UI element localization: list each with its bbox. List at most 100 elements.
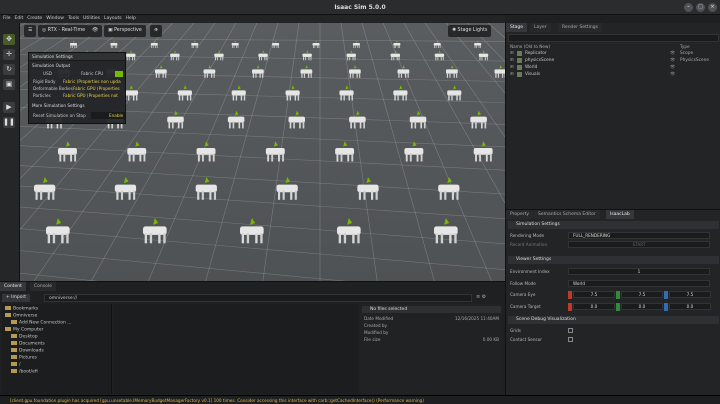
tab-layer[interactable]: Layer	[530, 23, 551, 32]
stage-lights-menu[interactable]: ✺ Stage Lights	[448, 25, 492, 37]
prim-icon	[517, 51, 522, 56]
folder-item[interactable]: Desktop	[11, 334, 38, 340]
robot-model	[393, 43, 401, 48]
folder-item[interactable]: /boot/efi	[11, 369, 38, 375]
cam-eye-field[interactable]: 7.5	[621, 291, 663, 298]
folder-item[interactable]: My Computer	[5, 327, 43, 333]
prim-icon	[517, 65, 522, 70]
visibility-icon[interactable]: 👁	[88, 25, 103, 37]
follow-mode-select[interactable]: World	[568, 280, 710, 287]
path-input[interactable]: omniverse://	[44, 294, 472, 302]
debug-vis-section[interactable]: Scene Debug Visualization	[508, 316, 719, 324]
meta-value: 12/16/2025 11:40AM	[454, 316, 499, 321]
camera-menu[interactable]: ▣ Perspective	[104, 25, 146, 37]
enable-button[interactable]: Enable	[91, 112, 125, 119]
minimize-icon[interactable]: –	[684, 3, 693, 12]
stage-tree-item[interactable]: ⊞ Replicator 👁 Scope	[508, 50, 719, 57]
close-icon[interactable]: ×	[708, 3, 717, 12]
visibility-icon[interactable]: 👁	[670, 57, 675, 64]
visibility-icon[interactable]: 👁	[670, 50, 675, 57]
prim-icon	[517, 58, 522, 63]
play-icon[interactable]: ▶	[3, 102, 15, 113]
move-tool-icon[interactable]: ✛	[3, 49, 15, 60]
menu-help[interactable]: Help	[126, 16, 136, 21]
pause-icon[interactable]: ❚❚	[3, 117, 15, 128]
menu-create[interactable]: Create	[27, 16, 42, 21]
folder-item[interactable]: Downloads	[11, 348, 44, 354]
cam-eye-field[interactable]: 7.5	[669, 291, 711, 298]
command-arrow-marker	[453, 85, 457, 90]
menu-window[interactable]: Window	[46, 16, 64, 21]
stage-search-input[interactable]	[508, 34, 719, 42]
fabric-cpu-toggle[interactable]	[115, 71, 123, 77]
meta-key: Date Modified	[364, 316, 394, 321]
rotate-tool-icon[interactable]: ↻	[3, 64, 15, 75]
env-index-input[interactable]: 1	[568, 268, 710, 275]
menu-file[interactable]: File	[3, 16, 11, 21]
menu-tools[interactable]: Tools	[68, 16, 79, 21]
view-icons[interactable]: ≡ ⚙	[476, 294, 486, 300]
expand-icon[interactable]: ⊞	[510, 64, 514, 71]
expand-icon[interactable]: ⊞	[510, 50, 514, 57]
folder-item[interactable]: Pictures	[11, 355, 37, 361]
stage-tree-item[interactable]: ⊞ physicsScene 👁 PhysicsScene	[508, 57, 719, 64]
select-tool-icon[interactable]: ✥	[3, 34, 15, 45]
folder-item[interactable]: Documents	[11, 341, 45, 347]
robot-model	[302, 53, 312, 61]
cam-target-field[interactable]: 0.0	[621, 303, 663, 310]
folder-icon	[11, 341, 17, 345]
folder-item[interactable]: /	[11, 362, 21, 368]
record-animation-button[interactable]: START	[568, 241, 710, 248]
menu-edit[interactable]: Edit	[15, 16, 24, 21]
scale-tool-icon[interactable]: ▣	[3, 79, 15, 90]
tab-render-settings[interactable]: Render Settings	[558, 23, 602, 32]
more-settings-header[interactable]: More Simulation Settings	[32, 103, 85, 108]
cam-target-field[interactable]: 0.0	[573, 303, 615, 310]
folder-icon	[11, 369, 17, 373]
usd-option[interactable]: USD	[43, 71, 52, 76]
folder-item[interactable]: Add New Connection ...	[11, 320, 72, 326]
grids-checkbox[interactable]	[568, 328, 573, 333]
command-arrow-marker	[129, 85, 133, 90]
col-type[interactable]: Type	[680, 44, 690, 49]
file-grid[interactable]	[114, 304, 358, 394]
aim-icon[interactable]: ⊕	[150, 25, 163, 37]
expand-icon[interactable]: ⊞	[510, 57, 514, 64]
floor-grid-line	[20, 185, 505, 219]
menu-utilities[interactable]: Utilities	[83, 16, 100, 21]
folder-label: Omniverse	[13, 313, 38, 319]
viewport-settings-icon[interactable]: ☰	[24, 25, 37, 37]
visibility-icon[interactable]: 👁	[670, 71, 675, 78]
viewer-settings-section[interactable]: Viewer Settings	[508, 256, 719, 264]
robot-model	[337, 226, 361, 244]
folder-item[interactable]: Bookmarks	[5, 306, 38, 312]
robot-model	[285, 90, 300, 101]
tab-console[interactable]: Console	[30, 282, 56, 291]
particles-value: Fabric GPU (Properties not	[63, 93, 118, 98]
stage-tree-item[interactable]: ⊞ World 👁	[508, 64, 719, 71]
stage-tree-item[interactable]: ⊞ Visuals 👁	[508, 71, 719, 78]
rendering-mode-select[interactable]: FULL_RENDERING	[568, 232, 710, 239]
tab-content[interactable]: Content	[0, 282, 26, 291]
folder-item[interactable]: Omniverse	[5, 313, 37, 319]
tab-stage[interactable]: Stage	[506, 23, 528, 32]
tab-isaaclab[interactable]: IsaacLab	[606, 210, 634, 219]
import-button[interactable]: + Import	[2, 294, 30, 302]
col-name[interactable]: Name (Old to New)	[510, 44, 550, 49]
robot-model	[349, 116, 366, 129]
command-arrow-marker	[356, 110, 360, 116]
tab-semantics-schema-editor[interactable]: Semantics Schema Editor	[534, 210, 600, 219]
visibility-icon[interactable]: 👁	[670, 64, 675, 71]
simulation-settings-panel: Simulation Settings Simulation Output US…	[28, 52, 126, 124]
tab-property[interactable]: Property	[506, 210, 534, 219]
expand-icon[interactable]: ⊞	[510, 71, 514, 78]
maximize-icon[interactable]: □	[696, 3, 705, 12]
renderer-menu[interactable]: ◎ RTX - Real-Time	[38, 25, 90, 37]
contact-sensor-checkbox[interactable]	[568, 337, 573, 342]
sim-settings-section[interactable]: Simulation Settings	[508, 221, 719, 229]
menu-layouts[interactable]: Layouts	[104, 16, 122, 21]
fabric-cpu-option[interactable]: Fabric CPU	[81, 71, 103, 76]
cam-target-field[interactable]: 0.0	[669, 303, 711, 310]
cam-eye-field[interactable]: 7.5	[573, 291, 615, 298]
command-arrow-marker	[444, 217, 450, 225]
